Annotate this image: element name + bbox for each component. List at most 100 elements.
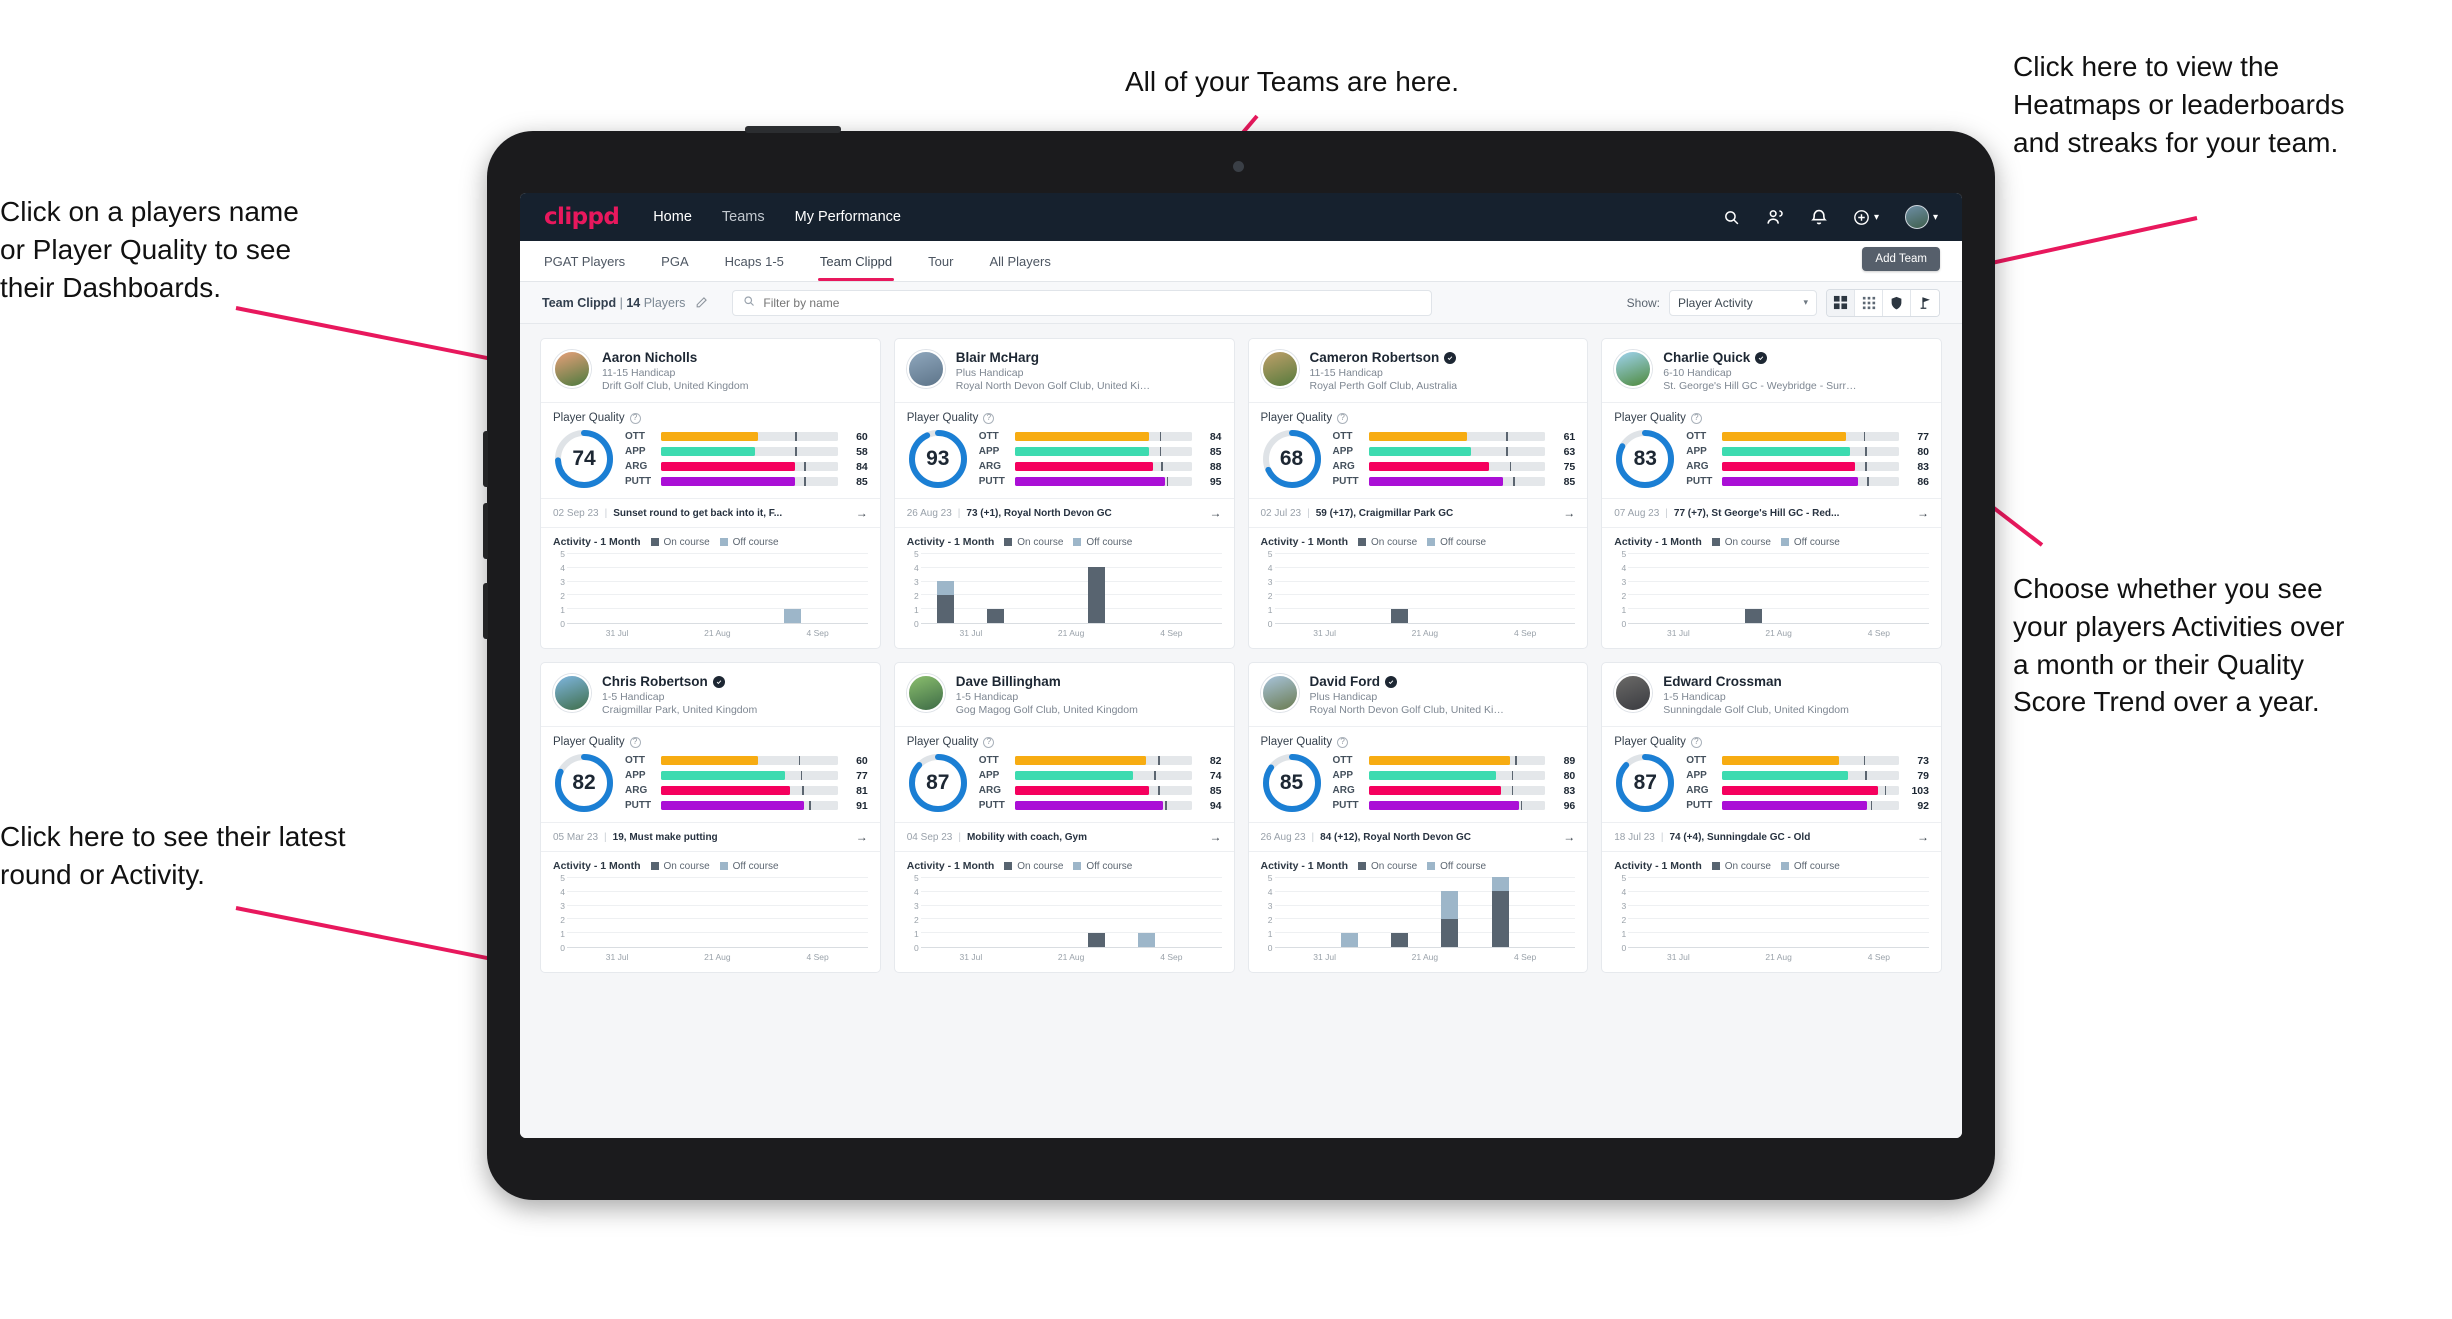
- show-select[interactable]: Player Activity ▾: [1669, 289, 1817, 316]
- nav-my-performance[interactable]: My Performance: [795, 209, 901, 225]
- arrow-right-icon[interactable]: →: [1210, 830, 1222, 844]
- add-team-button[interactable]: Add Team: [1862, 247, 1940, 271]
- player-card[interactable]: Charlie Quick 6-10 Handicap St. George's H…: [1601, 338, 1942, 649]
- help-icon[interactable]: ?: [983, 736, 995, 748]
- plus-circle-icon[interactable]: ▾: [1853, 209, 1879, 226]
- player-name[interactable]: David Ford: [1310, 674, 1506, 689]
- player-quality-section[interactable]: Player Quality? 87 OTT 73 APP 79 ARG 103 PUTT 92: [1602, 727, 1941, 822]
- edit-pencil-icon[interactable]: [695, 296, 708, 309]
- latest-round-row[interactable]: 07 Aug 23 | 77 (+7), St George's Hill GC -…: [1602, 498, 1941, 528]
- player-avatar[interactable]: [906, 674, 945, 712]
- player-quality-section[interactable]: Player Quality? 87 OTT 82 APP 74 ARG 85 PUTT 94: [895, 727, 1234, 822]
- player-quality-section[interactable]: Player Quality? 85 OTT 89 APP 80 ARG 83 PUTT 96: [1249, 727, 1588, 822]
- player-avatar[interactable]: [1614, 674, 1653, 712]
- arrow-right-icon[interactable]: →: [1210, 506, 1222, 520]
- player-name[interactable]: Edward Crossman: [1663, 674, 1849, 689]
- player-quality-section[interactable]: Player Quality? 82 OTT 60 APP 77 ARG 81 PUTT 91: [541, 727, 880, 822]
- player-quality-section[interactable]: Player Quality? 74 OTT 60 APP 58 ARG 84 PUTT 85: [541, 403, 880, 498]
- player-card-header[interactable]: Edward Crossman 1-5 Handicap Sunningdale G…: [1602, 663, 1941, 727]
- arrow-right-icon[interactable]: →: [1917, 830, 1929, 844]
- player-quality-section[interactable]: Player Quality? 68 OTT 61 APP 63 ARG 75 PUTT 85: [1249, 403, 1588, 498]
- player-card[interactable]: Cameron Robertson 11-15 Handicap Royal Per…: [1247, 338, 1589, 649]
- help-icon[interactable]: ?: [1690, 412, 1702, 424]
- tab-pga[interactable]: PGA: [661, 241, 688, 281]
- nav-home[interactable]: Home: [653, 209, 692, 225]
- player-quality-section[interactable]: Player Quality? 83 OTT 77 APP 80 ARG 83 PUTT 86: [1602, 403, 1941, 498]
- help-icon[interactable]: ?: [629, 736, 641, 748]
- player-name[interactable]: Chris Robertson: [602, 674, 757, 689]
- player-card-header[interactable]: Dave Billingham 1-5 Handicap Gog Magog Gol…: [894, 663, 1234, 727]
- search-field-wrapper[interactable]: [732, 289, 1433, 316]
- volume-down-button[interactable]: [483, 503, 488, 559]
- player-name[interactable]: Charlie Quick: [1663, 350, 1859, 365]
- player-card-header[interactable]: Cameron Robertson 11-15 Handicap Royal Per…: [1248, 339, 1588, 403]
- latest-round-row[interactable]: 04 Sep 23 | Mobility with coach, Gym →: [894, 822, 1234, 852]
- power-button[interactable]: [745, 126, 841, 133]
- tab-hcaps-1-5[interactable]: Hcaps 1-5: [725, 241, 784, 281]
- player-card-header[interactable]: Chris Robertson 1-5 Handicap Craigmillar P…: [541, 663, 880, 727]
- player-card[interactable]: Aaron Nicholls 11-15 Handicap Drift Golf C…: [540, 338, 881, 649]
- tab-all-players[interactable]: All Players: [989, 241, 1050, 281]
- clippd-logo[interactable]: clippd: [544, 204, 620, 230]
- shield-icon[interactable]: [1883, 289, 1911, 316]
- quality-score-value: 87: [926, 771, 950, 794]
- player-avatar[interactable]: [1614, 350, 1653, 388]
- nav-teams[interactable]: Teams: [722, 209, 765, 225]
- player-name[interactable]: Aaron Nicholls: [602, 350, 748, 365]
- player-avatar[interactable]: [1260, 350, 1299, 388]
- player-card-header[interactable]: Charlie Quick 6-10 Handicap St. George's H…: [1602, 339, 1941, 403]
- metric-value: 80: [1563, 769, 1576, 782]
- flag-icon[interactable]: [1911, 289, 1939, 316]
- round-description: 73 (+1), Royal North Devon GC: [966, 507, 1112, 519]
- latest-round-row[interactable]: 26 Aug 23 | 84 (+12), Royal North Devon GC…: [1248, 822, 1588, 852]
- avatar[interactable]: ▾: [1904, 205, 1938, 229]
- tab-pgat-players[interactable]: PGAT Players: [544, 241, 625, 281]
- arrow-right-icon[interactable]: →: [1917, 506, 1929, 520]
- metric-label: APP: [1686, 446, 1707, 457]
- help-icon[interactable]: ?: [1337, 736, 1349, 748]
- help-icon[interactable]: ?: [983, 412, 995, 424]
- search-input[interactable]: [763, 295, 1422, 310]
- grid-small-icon[interactable]: [1855, 289, 1883, 316]
- tab-team-clippd[interactable]: Team Clippd: [817, 241, 895, 281]
- volume-up-button[interactable]: [483, 431, 488, 487]
- latest-round-row[interactable]: 18 Jul 23 | 74 (+4), Sunningdale GC - Old →: [1602, 822, 1941, 852]
- player-avatar[interactable]: [553, 674, 591, 712]
- people-icon[interactable]: [1766, 209, 1785, 226]
- latest-round-row[interactable]: 05 Mar 23 | 19, Must make putting →: [541, 822, 880, 852]
- extra-button[interactable]: [483, 583, 488, 639]
- player-avatar[interactable]: [553, 350, 591, 388]
- player-card[interactable]: Blair McHarg Plus Handicap Royal North Dev…: [893, 338, 1235, 649]
- player-card-header[interactable]: David Ford Plus Handicap Royal North Devon…: [1248, 663, 1588, 727]
- tab-tour[interactable]: Tour: [928, 241, 953, 281]
- metric-benchmark-tick: [1161, 462, 1164, 471]
- player-card[interactable]: David Ford Plus Handicap Royal North Devon…: [1247, 662, 1589, 973]
- player-card[interactable]: Chris Robertson 1-5 Handicap Craigmillar P…: [540, 662, 881, 973]
- metric-track: [1722, 771, 1899, 780]
- grid-large-icon[interactable]: [1827, 289, 1855, 316]
- help-icon[interactable]: ?: [1337, 412, 1349, 424]
- player-avatar[interactable]: [906, 350, 945, 388]
- bell-icon[interactable]: [1811, 208, 1827, 226]
- help-icon[interactable]: ?: [1690, 736, 1702, 748]
- player-card[interactable]: Dave Billingham 1-5 Handicap Gog Magog Gol…: [893, 662, 1235, 973]
- player-name[interactable]: Cameron Robertson: [1310, 350, 1458, 365]
- search-icon[interactable]: [1723, 209, 1740, 226]
- metric-fill: [1722, 477, 1859, 486]
- arrow-right-icon[interactable]: →: [1563, 830, 1575, 844]
- y-tick-label: 1: [1621, 929, 1627, 939]
- arrow-right-icon[interactable]: →: [856, 506, 868, 520]
- help-icon[interactable]: ?: [629, 412, 641, 424]
- latest-round-row[interactable]: 02 Sep 23 | Sunset round to get back into …: [541, 498, 880, 528]
- arrow-right-icon[interactable]: →: [1563, 506, 1575, 520]
- player-card-header[interactable]: Blair McHarg Plus Handicap Royal North Dev…: [894, 339, 1234, 403]
- player-name[interactable]: Dave Billingham: [956, 674, 1138, 689]
- player-name[interactable]: Blair McHarg: [956, 350, 1152, 365]
- latest-round-row[interactable]: 02 Jul 23 | 59 (+17), Craigmillar Park GC →: [1248, 498, 1588, 528]
- player-quality-section[interactable]: Player Quality? 93 OTT 84 APP 85 ARG 88 PUTT 95: [895, 403, 1234, 498]
- player-card-header[interactable]: Aaron Nicholls 11-15 Handicap Drift Golf C…: [541, 339, 880, 403]
- latest-round-row[interactable]: 26 Aug 23 | 73 (+1), Royal North Devon GC →: [894, 498, 1234, 528]
- player-card[interactable]: Edward Crossman 1-5 Handicap Sunningdale G…: [1601, 662, 1942, 973]
- player-avatar[interactable]: [1260, 674, 1299, 712]
- arrow-right-icon[interactable]: →: [856, 830, 868, 844]
